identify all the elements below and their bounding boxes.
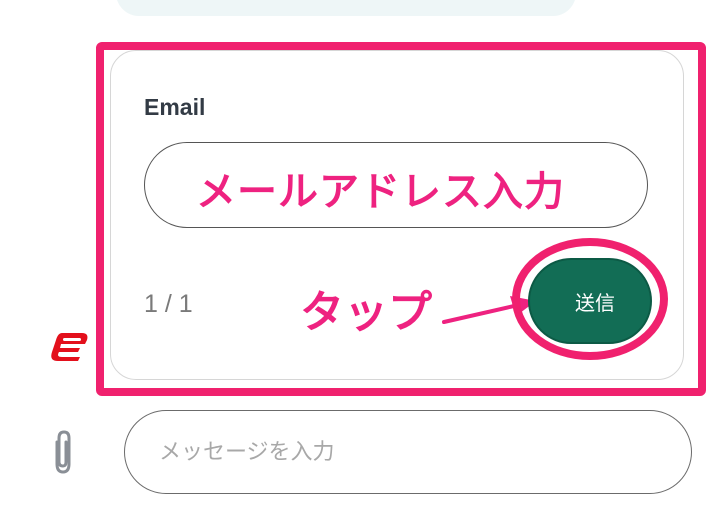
annotation-frame	[96, 42, 706, 396]
message-input[interactable]	[124, 410, 692, 494]
paperclip-icon[interactable]	[48, 428, 78, 476]
previous-message-bubble	[116, 0, 576, 16]
chat-screen: Email メールアドレス入力 1 / 1 タップ 送信	[0, 0, 716, 512]
brand-logo-icon	[51, 333, 88, 361]
